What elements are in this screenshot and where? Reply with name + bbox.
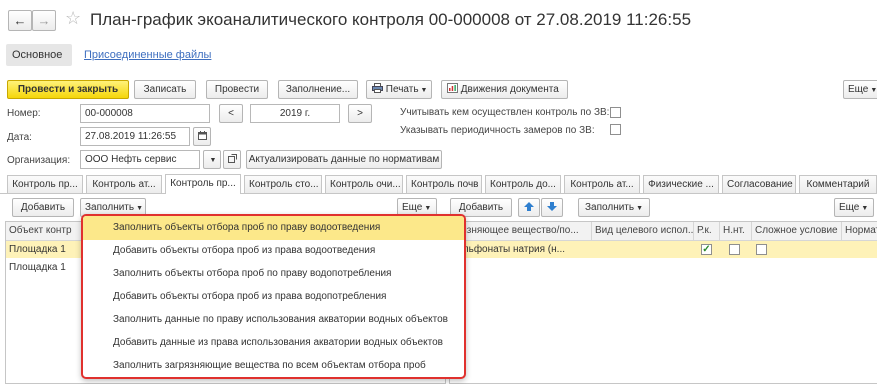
post-and-close-button[interactable]: Провести и закрыть <box>7 80 129 99</box>
check1-label: Учитывать кем осуществлен контроль по ЗВ… <box>400 107 610 118</box>
arrow-down-icon <box>547 202 557 211</box>
fill-menu-button[interactable]: Заполнение... <box>278 80 358 99</box>
print-label: Печать <box>385 84 419 95</box>
page-title: План-график экоаналитического контроля 0… <box>90 10 692 29</box>
calendar-button[interactable] <box>193 127 211 146</box>
movements-label: Движения документа <box>460 84 559 95</box>
tab-control-2[interactable]: Контроль ат... <box>86 175 162 193</box>
calendar-icon <box>197 131 207 140</box>
chevron-down-icon: ▼ <box>424 205 432 212</box>
forward-button[interactable]: → <box>32 10 56 31</box>
column-complex-condition[interactable]: Сложное условие <box>752 222 842 241</box>
back-button[interactable]: ← <box>8 10 32 31</box>
chevron-down-icon: ▼ <box>636 205 644 212</box>
chevron-down-icon: ▼ <box>861 205 869 212</box>
right-fill-button[interactable]: Заполнить ▼ <box>578 198 650 217</box>
table-row-2[interactable]: Площадка 1 <box>9 262 66 273</box>
rk-checkbox[interactable]: ✓ <box>701 244 712 255</box>
right-fill-label: Заполнить <box>585 202 635 213</box>
menu-item-add-discharge[interactable]: Добавить объекты отбора проб из права во… <box>83 239 464 263</box>
check2-label: Указывать периодичность замеров по ЗВ: <box>400 125 595 136</box>
check1-checkbox[interactable] <box>610 107 621 118</box>
post-button[interactable]: Провести <box>206 80 268 99</box>
organization-label: Организация: <box>7 155 71 166</box>
tab-control-3-active[interactable]: Контроль пр... <box>165 174 241 194</box>
column-norm[interactable]: Нормат <box>842 222 877 241</box>
number-field[interactable]: 00-000008 <box>80 104 210 123</box>
complex-condition-checkbox[interactable] <box>756 244 767 255</box>
more-label: Еще <box>848 84 869 95</box>
tab-control-7[interactable]: Контроль до... <box>485 175 561 193</box>
organization-open-button[interactable] <box>223 150 241 169</box>
save-button[interactable]: Записать <box>134 80 196 99</box>
table-row-1[interactable]: Площадка 1 <box>9 244 66 255</box>
tab-control-1[interactable]: Контроль пр... <box>7 175 83 193</box>
update-norms-button[interactable]: Актуализировать данные по нормативам <box>246 150 442 169</box>
movements-icon <box>447 83 458 93</box>
column-usage-type[interactable]: Вид целевого испол... <box>592 222 694 241</box>
tab-control-8[interactable]: Контроль ат... <box>564 175 640 193</box>
print-button[interactable]: Печать ▼ <box>366 80 432 99</box>
right-more-button[interactable]: Еще ▼ <box>834 198 874 217</box>
column-substance[interactable]: ...язняющее вещество/по... <box>450 222 592 241</box>
tab-physical[interactable]: Физические ... <box>643 175 719 193</box>
arrow-up-icon <box>524 202 534 211</box>
column-object[interactable]: Объект контр <box>6 222 86 241</box>
tab-control-soil[interactable]: Контроль почв <box>406 175 482 193</box>
nnt-checkbox[interactable] <box>729 244 740 255</box>
organization-dropdown-button[interactable]: ▼ <box>203 150 221 169</box>
tab-control-5[interactable]: Контроль очи... <box>325 175 403 193</box>
chevron-down-icon: ▼ <box>870 87 877 94</box>
more-button[interactable]: Еще ▼ <box>843 80 877 99</box>
move-up-button[interactable] <box>518 198 540 217</box>
menu-item-add-consumption[interactable]: Добавить объекты отбора проб из права во… <box>83 285 464 309</box>
menu-item-fill-pollutants[interactable]: Заполнить загрязняющие вещества по всем … <box>83 354 464 377</box>
menu-item-fill-water-area[interactable]: Заполнить данные по праву использования … <box>83 308 464 332</box>
right-more-label: Еще <box>839 202 860 213</box>
move-down-button[interactable] <box>541 198 563 217</box>
date-field[interactable]: 27.08.2019 11:26:55 <box>80 127 190 146</box>
tab-approval[interactable]: Согласование <box>722 175 796 193</box>
open-icon <box>227 154 237 163</box>
nav-tab-files[interactable]: Присоединенные файлы <box>84 49 211 61</box>
year-prev-button[interactable]: < <box>219 104 243 123</box>
substance-cell[interactable]: сульфонаты натрия (н... <box>453 244 565 255</box>
menu-item-fill-discharge[interactable]: Заполнить объекты отбора проб по праву в… <box>83 216 464 240</box>
fill-dropdown-menu: Заполнить объекты отбора проб по праву в… <box>81 214 466 379</box>
tab-control-4[interactable]: Контроль сто... <box>244 175 322 193</box>
tab-comment[interactable]: Комментарий <box>799 175 877 193</box>
number-label: Номер: <box>7 108 41 119</box>
chevron-down-icon: ▼ <box>136 205 144 212</box>
date-label: Дата: <box>7 132 32 143</box>
year-next-button[interactable]: > <box>348 104 372 123</box>
nav-tab-main[interactable]: Основное <box>12 49 62 61</box>
column-rk[interactable]: Р.к. <box>694 222 720 241</box>
menu-item-add-water-area[interactable]: Добавить данные из права использования а… <box>83 331 464 355</box>
chevron-down-icon: ▼ <box>420 87 428 94</box>
favorite-star-icon[interactable]: ☆ <box>65 8 81 29</box>
left-more-label: Еще <box>402 202 423 213</box>
menu-item-fill-consumption[interactable]: Заполнить объекты отбора проб по праву в… <box>83 262 464 286</box>
left-add-button[interactable]: Добавить <box>12 198 74 217</box>
document-movements-button[interactable]: Движения документа <box>441 80 568 99</box>
column-nnt[interactable]: Н.нт. <box>720 222 752 241</box>
check2-checkbox[interactable] <box>610 124 621 135</box>
left-fill-label: Заполнить <box>85 202 135 213</box>
year-field[interactable]: 2019 г. <box>250 104 340 123</box>
printer-icon <box>372 83 383 93</box>
chevron-down-icon: ▼ <box>209 157 217 164</box>
organization-field[interactable]: ООО Нефть сервис <box>80 150 200 169</box>
